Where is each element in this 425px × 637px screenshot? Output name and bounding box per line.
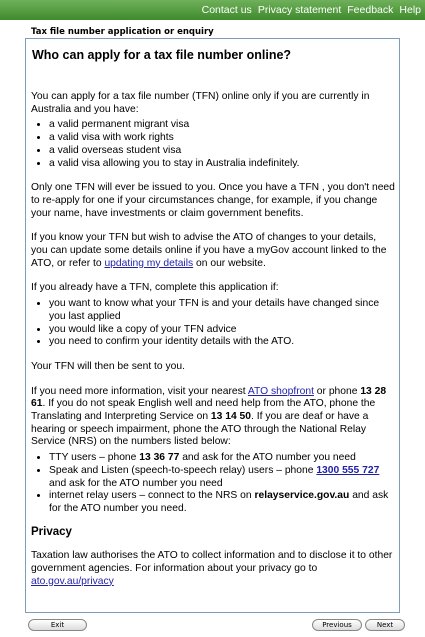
contact-us-link[interactable]: Contact us: [202, 4, 252, 16]
next-button[interactable]: Next: [365, 619, 405, 631]
list-item: you need to confirm your identity detail…: [49, 336, 395, 349]
app-title: Tax file number application or enquiry: [31, 27, 214, 37]
privacy-heading: Privacy: [31, 525, 72, 538]
list-item: a valid overseas student visa: [49, 145, 395, 158]
speech-relay-phone-link[interactable]: 1300 555 727: [316, 465, 379, 476]
relay-list: TTY users – phone 13 36 77 and ask for t…: [31, 452, 395, 516]
phone-number: 13 36 77: [139, 452, 180, 464]
list-item: a valid visa allowing you to stay in Aus…: [49, 158, 395, 171]
list-item: you want to know what your TFN is and yo…: [49, 298, 395, 323]
content-body: You can apply for a tax file number (TFN…: [31, 91, 395, 601]
exit-button[interactable]: Exit: [28, 619, 87, 631]
content-panel: Who can apply for a tax file number onli…: [25, 38, 400, 613]
phone-number: 13 14 50: [210, 411, 252, 423]
updating-my-details-link[interactable]: updating my details: [104, 258, 193, 269]
ato-shopfront-link[interactable]: ATO shopfront: [248, 386, 314, 397]
privacy-paragraph: Taxation law authorises the ATO to colle…: [31, 550, 393, 587]
eligibility-list: a valid permanent migrant visa a valid v…: [31, 119, 395, 170]
intro-paragraph: You can apply for a tax file number (TFN…: [31, 91, 370, 115]
page-heading: Who can apply for a tax file number onli…: [32, 48, 292, 62]
relay-service-site: relayservice.gov.au: [254, 490, 350, 502]
privacy-statement-link[interactable]: Privacy statement: [258, 4, 341, 16]
feedback-link[interactable]: Feedback: [347, 4, 393, 16]
list-item: Speak and Listen (speech-to-speech relay…: [49, 465, 395, 490]
footer-button-bar: Exit Previous Next: [0, 613, 425, 637]
list-item: a valid visa with work rights: [49, 132, 395, 145]
know-tfn-paragraph: If you know your TFN but wish to advise …: [31, 232, 387, 269]
one-tfn-paragraph: Only one TFN will ever be issued to you.…: [31, 182, 395, 219]
previous-button[interactable]: Previous: [312, 619, 362, 631]
more-info-paragraph: If you need more information, visit your…: [31, 385, 387, 448]
list-item: internet relay users – connect to the NR…: [49, 490, 395, 515]
already-have-paragraph: If you already have a TFN, complete this…: [31, 282, 279, 294]
list-item: TTY users – phone 13 36 77 and ask for t…: [49, 452, 395, 465]
list-item: a valid permanent migrant visa: [49, 119, 395, 132]
help-link[interactable]: Help: [399, 4, 421, 16]
privacy-link[interactable]: ato.gov.au/privacy: [31, 576, 114, 587]
reasons-list: you want to know what your TFN is and yo…: [31, 298, 395, 349]
sent-paragraph: Your TFN will then be sent to you.: [31, 360, 185, 372]
list-item: you would like a copy of your TFN advice: [49, 324, 395, 337]
top-navigation-bar: Contact us Privacy statement Feedback He…: [0, 0, 425, 20]
